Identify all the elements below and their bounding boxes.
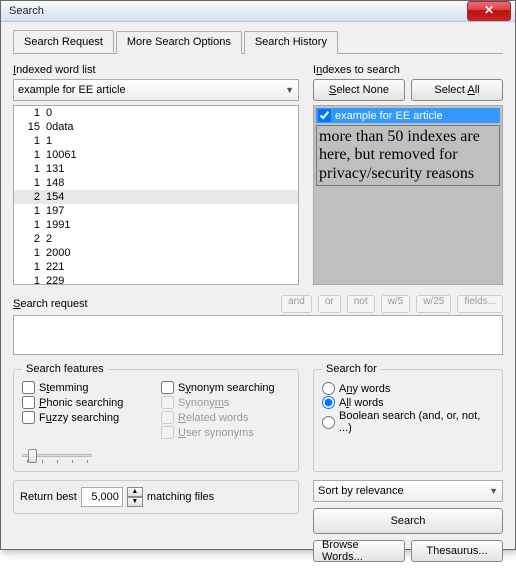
- indexed-word-list-label: Indexed word list: [13, 64, 299, 76]
- select-none-button[interactable]: Select None: [313, 79, 405, 101]
- user-synonyms-checkbox: User synonyms: [161, 426, 290, 439]
- list-item[interactable]: 150data: [14, 120, 298, 134]
- sort-combo[interactable]: Sort by relevance ▼: [313, 480, 503, 502]
- related-words-checkbox: Related words: [161, 411, 290, 424]
- search-request-label: Search request: [13, 298, 88, 310]
- select-all-button[interactable]: Select All: [411, 79, 503, 101]
- synonyms-checkbox: Synonyms: [161, 396, 290, 409]
- tab-strip: Search Request More Search Options Searc…: [13, 30, 503, 54]
- fuzzy-slider[interactable]: [22, 445, 92, 463]
- phonic-checkbox[interactable]: Phonic searching: [22, 396, 151, 409]
- list-item[interactable]: 110061: [14, 148, 298, 162]
- boolean-radio[interactable]: Boolean search (and, or, not, ...): [322, 410, 494, 434]
- list-item[interactable]: 1197: [14, 204, 298, 218]
- op-not-button[interactable]: not: [347, 295, 375, 313]
- indexes-note: more than 50 indexes are here, but remov…: [316, 125, 500, 186]
- word-list-combo-value: example for EE article: [18, 84, 126, 96]
- any-words-radio[interactable]: Any words: [322, 382, 494, 395]
- index-item[interactable]: example for EE article: [316, 108, 500, 123]
- window-title: Search: [9, 5, 467, 17]
- stemming-checkbox[interactable]: Stemming: [22, 381, 151, 394]
- list-item[interactable]: 11: [14, 134, 298, 148]
- index-checkbox[interactable]: [318, 109, 331, 122]
- thesaurus-button[interactable]: Thesaurus...: [411, 540, 503, 562]
- all-words-radio[interactable]: All words: [322, 396, 494, 409]
- list-item[interactable]: 1229: [14, 274, 298, 285]
- op-and-button[interactable]: and: [281, 295, 312, 313]
- fuzzy-checkbox[interactable]: Fuzzy searching: [22, 411, 151, 424]
- list-item[interactable]: 10: [14, 106, 298, 120]
- chevron-down-icon: ▼: [285, 85, 294, 95]
- index-list-box[interactable]: example for EE article more than 50 inde…: [313, 105, 503, 285]
- chevron-down-icon: ▼: [489, 486, 498, 496]
- word-list-combo[interactable]: example for EE article ▼: [13, 79, 299, 101]
- return-best-suffix: matching files: [147, 491, 214, 503]
- search-for-group: Search for Any words All words Boolean s…: [313, 363, 503, 472]
- tab-more-options[interactable]: More Search Options: [116, 31, 242, 54]
- list-item[interactable]: 11991: [14, 218, 298, 232]
- close-button[interactable]: ✕: [467, 1, 511, 21]
- browse-words-button[interactable]: Browse Words...: [313, 540, 405, 562]
- return-best-prefix: Return best: [20, 491, 77, 503]
- op-w5-button[interactable]: w/5: [381, 295, 411, 313]
- search-features-legend: Search features: [22, 363, 108, 375]
- search-features-group: Search features Stemming Synonym searchi…: [13, 363, 299, 472]
- slider-thumb[interactable]: [28, 449, 37, 463]
- search-dialog: Search ✕ Search Request More Search Opti…: [0, 0, 516, 550]
- spin-up-button[interactable]: ▲: [127, 487, 143, 497]
- search-for-legend: Search for: [322, 363, 381, 375]
- titlebar[interactable]: Search ✕: [1, 1, 515, 22]
- index-item-label: example for EE article: [335, 110, 443, 122]
- synonym-searching-checkbox[interactable]: Synonym searching: [161, 381, 290, 394]
- word-list-box[interactable]: 10 150data 11 110061 1131 1148 2154 1197…: [13, 105, 299, 285]
- list-item[interactable]: 1221: [14, 260, 298, 274]
- op-fields-button[interactable]: fields...: [457, 295, 503, 313]
- tab-search-request[interactable]: Search Request: [13, 30, 114, 53]
- spin-down-button[interactable]: ▼: [127, 497, 143, 507]
- search-request-input[interactable]: [13, 315, 503, 355]
- return-best-row: Return best ▲ ▼ matching files: [13, 480, 299, 514]
- sort-combo-value: Sort by relevance: [318, 485, 404, 497]
- list-item[interactable]: 22: [14, 232, 298, 246]
- op-or-button[interactable]: or: [318, 295, 341, 313]
- list-item[interactable]: 12000: [14, 246, 298, 260]
- list-item[interactable]: 1131: [14, 162, 298, 176]
- dialog-body: Search Request More Search Options Searc…: [1, 22, 515, 574]
- list-item[interactable]: 2154: [14, 190, 298, 204]
- search-button[interactable]: Search: [313, 508, 503, 534]
- op-w25-button[interactable]: w/25: [416, 295, 451, 313]
- tab-search-history[interactable]: Search History: [244, 31, 338, 54]
- return-best-input[interactable]: [81, 487, 123, 507]
- indexes-to-search-label: Indexes to search: [313, 64, 503, 76]
- list-item[interactable]: 1148: [14, 176, 298, 190]
